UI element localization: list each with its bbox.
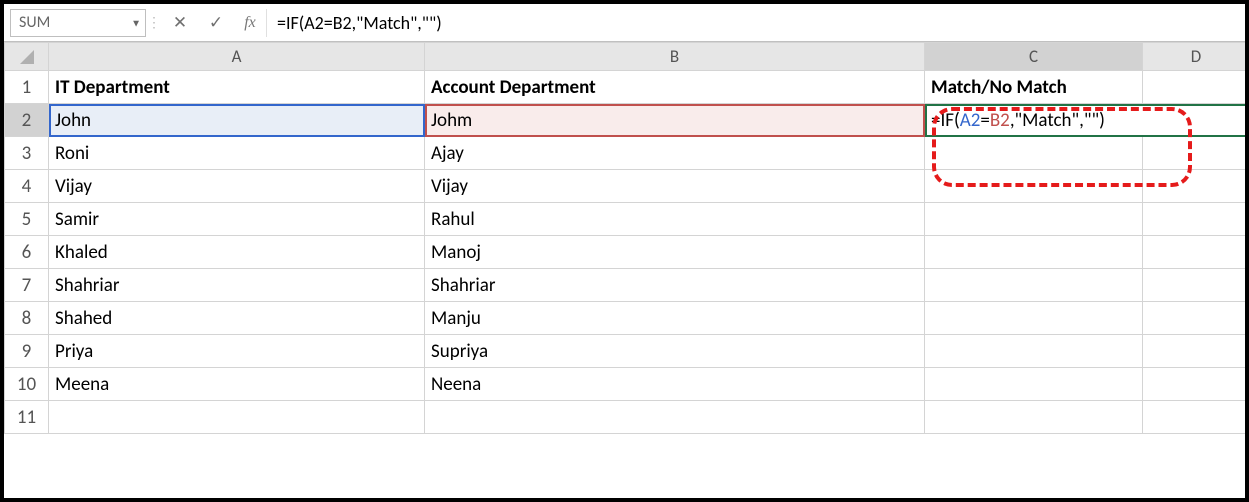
cell-C2-editing-formula: =IF(A2=B2,"Match",""): [931, 109, 1105, 132]
row-header-11[interactable]: 11: [5, 401, 49, 434]
cancel-icon: ✕: [173, 12, 187, 33]
name-box-value: SUM: [19, 13, 50, 32]
row-4: 4 Vijay Vijay: [5, 170, 1246, 203]
check-icon: ✓: [209, 12, 223, 33]
cell-D3[interactable]: [1143, 137, 1246, 170]
row-5: 5 Samir Rahul: [5, 203, 1246, 236]
cell-D8[interactable]: [1143, 302, 1246, 335]
fx-icon: fx: [244, 14, 256, 31]
col-header-C[interactable]: C: [925, 43, 1143, 71]
cell-C1[interactable]: Match/No Match: [925, 71, 1143, 104]
cell-C11[interactable]: [925, 401, 1143, 434]
row-10: 10 Meena Neena: [5, 368, 1246, 401]
cell-A3[interactable]: Roni: [49, 137, 425, 170]
cell-D5[interactable]: [1143, 203, 1246, 236]
cell-A7[interactable]: Shahriar: [49, 269, 425, 302]
cell-B4[interactable]: Vijay: [425, 170, 925, 203]
row-8: 8 Shahed Manju: [5, 302, 1246, 335]
row-11: 11: [5, 401, 1246, 434]
cell-B8[interactable]: Manju: [425, 302, 925, 335]
select-all-corner[interactable]: [5, 43, 49, 71]
cell-C4[interactable]: [925, 170, 1143, 203]
row-header-10[interactable]: 10: [5, 368, 49, 401]
formula-bar: SUM ▼ ⋮ ✕ ✓ fx =IF(A2=B2,"Match",""): [4, 4, 1245, 42]
row-9: 9 Priya Supriya: [5, 335, 1246, 368]
row-header-5[interactable]: 5: [5, 203, 49, 236]
cell-C8[interactable]: [925, 302, 1143, 335]
formula-bar-separator: ⋮: [146, 9, 162, 37]
cell-C7[interactable]: [925, 269, 1143, 302]
cell-B1[interactable]: Account Department: [425, 71, 925, 104]
cell-A11[interactable]: [49, 401, 425, 434]
row-1: 1 IT Department Account Department Match…: [5, 71, 1246, 104]
row-3: 3 Roni Ajay: [5, 137, 1246, 170]
cell-D11[interactable]: [1143, 401, 1246, 434]
cell-D9[interactable]: [1143, 335, 1246, 368]
cell-B10[interactable]: Neena: [425, 368, 925, 401]
formula-input[interactable]: =IF(A2=B2,"Match",""): [266, 9, 1239, 37]
cell-A1[interactable]: IT Department: [49, 71, 425, 104]
cell-D1[interactable]: [1143, 71, 1246, 104]
row-header-7[interactable]: 7: [5, 269, 49, 302]
cancel-button[interactable]: ✕: [162, 9, 198, 37]
row-header-6[interactable]: 6: [5, 236, 49, 269]
cell-C5[interactable]: [925, 203, 1143, 236]
name-box[interactable]: SUM ▼: [10, 9, 146, 37]
sheet-table: A B C D 1 IT Department Account Departme…: [4, 42, 1245, 434]
enter-button[interactable]: ✓: [198, 9, 234, 37]
cell-C10[interactable]: [925, 368, 1143, 401]
cell-B7[interactable]: Shahriar: [425, 269, 925, 302]
row-6: 6 Khaled Manoj: [5, 236, 1246, 269]
cell-B9[interactable]: Supriya: [425, 335, 925, 368]
cell-B5[interactable]: Rahul: [425, 203, 925, 236]
cell-A8[interactable]: Shahed: [49, 302, 425, 335]
insert-function-button[interactable]: fx: [234, 14, 266, 32]
cell-D10[interactable]: [1143, 368, 1246, 401]
cell-C2[interactable]: =IF(A2=B2,"Match",""): [925, 104, 1246, 137]
cell-B2[interactable]: Johm: [425, 104, 925, 137]
cell-A2[interactable]: John: [49, 104, 425, 137]
cell-D7[interactable]: [1143, 269, 1246, 302]
cell-A5[interactable]: Samir: [49, 203, 425, 236]
cell-A6[interactable]: Khaled: [49, 236, 425, 269]
column-header-row: A B C D: [5, 43, 1246, 71]
cell-C3[interactable]: [925, 137, 1143, 170]
cell-A4[interactable]: Vijay: [49, 170, 425, 203]
row-header-8[interactable]: 8: [5, 302, 49, 335]
row-header-2[interactable]: 2: [5, 104, 49, 137]
cell-B11[interactable]: [425, 401, 925, 434]
row-header-3[interactable]: 3: [5, 137, 49, 170]
row-2: 2 John Johm =IF(A2=B2,"Match",""): [5, 104, 1246, 137]
cell-B3[interactable]: Ajay: [425, 137, 925, 170]
cell-D4[interactable]: [1143, 170, 1246, 203]
row-7: 7 Shahriar Shahriar: [5, 269, 1246, 302]
row-header-9[interactable]: 9: [5, 335, 49, 368]
cell-D6[interactable]: [1143, 236, 1246, 269]
col-header-B[interactable]: B: [425, 43, 925, 71]
cell-C9[interactable]: [925, 335, 1143, 368]
cell-B6[interactable]: Manoj: [425, 236, 925, 269]
cell-A9[interactable]: Priya: [49, 335, 425, 368]
cell-C6[interactable]: [925, 236, 1143, 269]
cell-A10[interactable]: Meena: [49, 368, 425, 401]
row-header-1[interactable]: 1: [5, 71, 49, 104]
col-header-A[interactable]: A: [49, 43, 425, 71]
worksheet-grid[interactable]: A B C D 1 IT Department Account Departme…: [4, 42, 1245, 498]
col-header-D[interactable]: D: [1143, 43, 1246, 71]
formula-text: =IF(A2=B2,"Match",""): [277, 12, 442, 34]
name-box-dropdown-icon[interactable]: ▼: [131, 16, 141, 29]
row-header-4[interactable]: 4: [5, 170, 49, 203]
